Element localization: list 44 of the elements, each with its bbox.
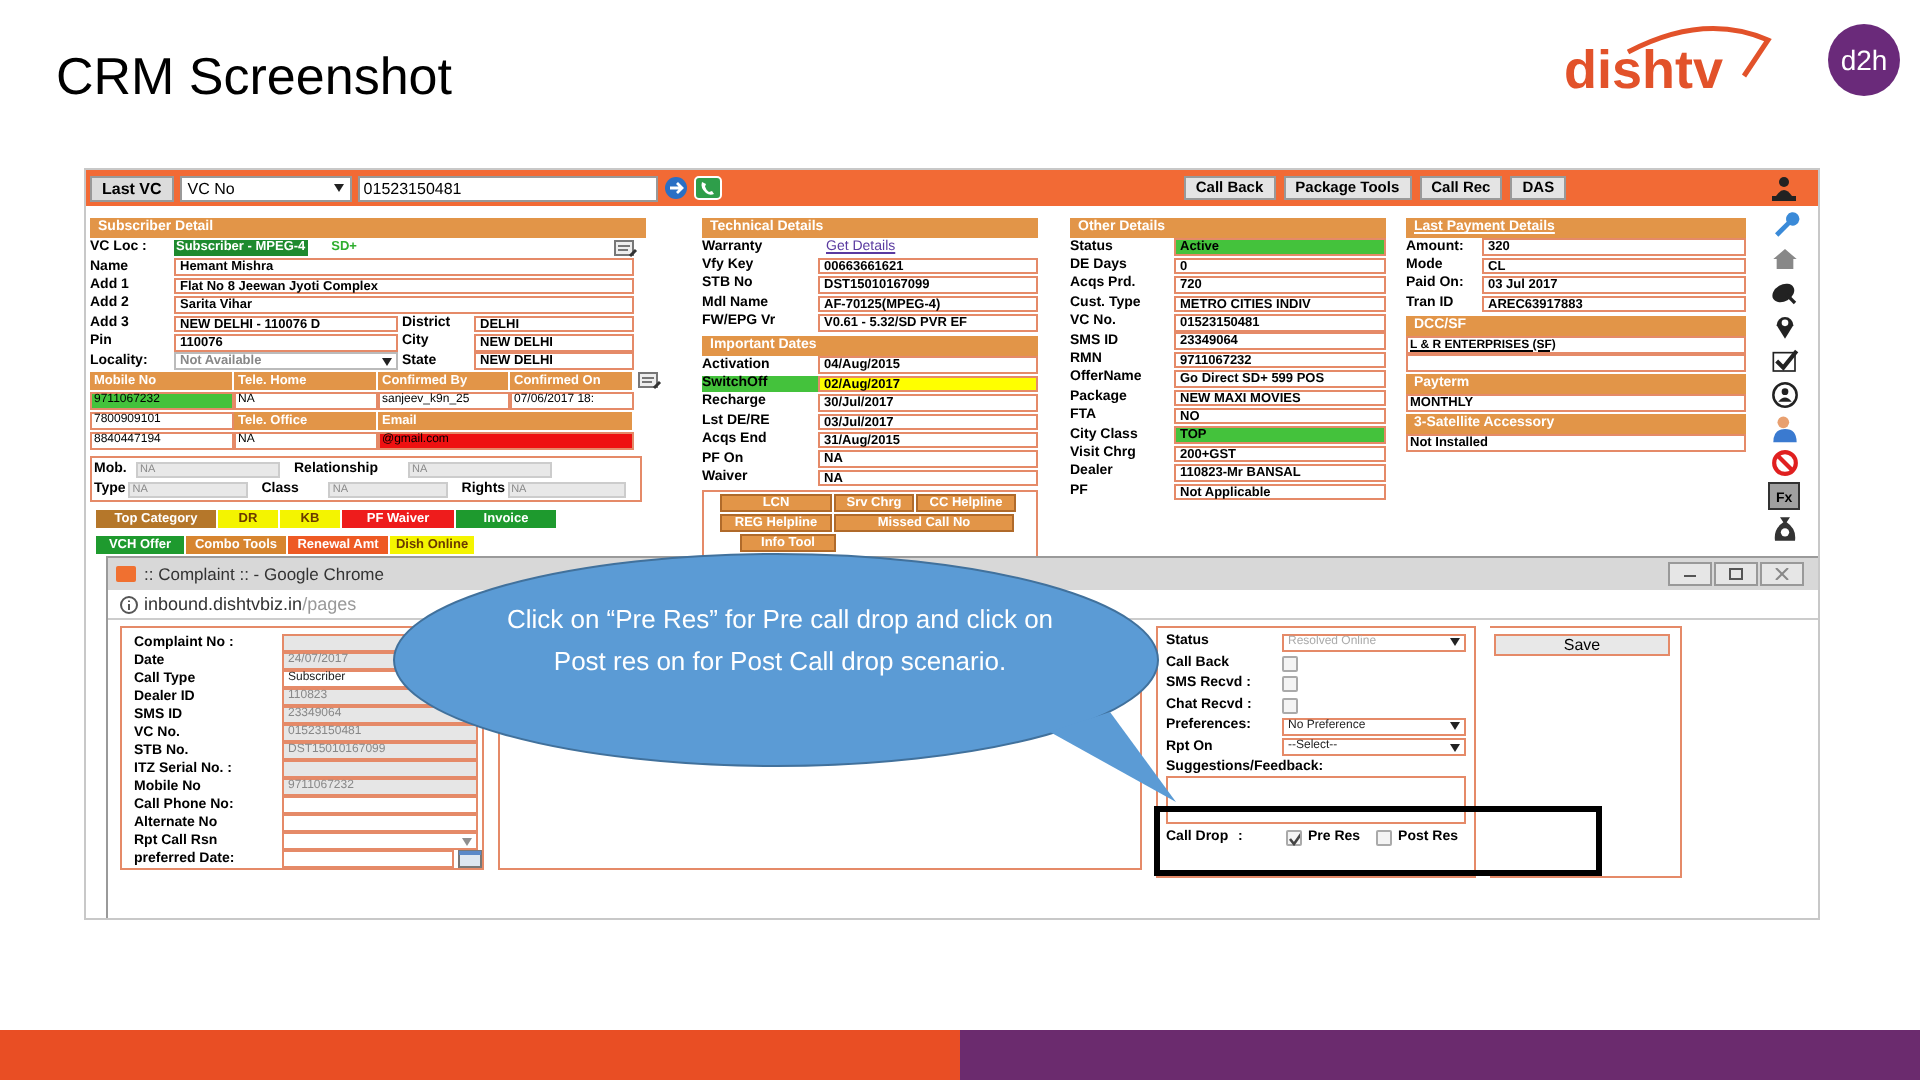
window-title: :: Complaint :: - Google Chrome [144,564,384,584]
user-icon[interactable] [1769,414,1800,444]
maximize-icon [1728,568,1744,580]
input-field[interactable] [282,814,478,832]
checkbox[interactable] [1376,830,1393,846]
money-bag-icon[interactable] [1769,514,1800,544]
go-icon[interactable] [663,176,688,200]
last-vc-button[interactable]: Last VC [90,175,174,201]
minimize-button[interactable] [1668,562,1712,586]
close-icon [1774,568,1790,580]
checkbox[interactable] [1285,830,1302,846]
checkbox[interactable] [1282,697,1298,714]
checkbox[interactable] [1282,655,1298,672]
slide-title: CRM Screenshot [54,44,452,108]
caret-icon [333,184,344,192]
maximize-button[interactable] [1714,562,1758,586]
caret-icon [1450,743,1460,752]
dishtv-logo: dishtv [1564,24,1784,108]
date-field[interactable] [282,850,454,868]
people-icon[interactable] [1770,175,1799,201]
vc-number-field[interactable]: 01523150481 [357,175,658,201]
save-button[interactable]: Save [1494,634,1670,656]
wrench-icon[interactable] [1769,210,1800,240]
callout-text: Click on “Pre Res” for Pre call drop and click on Post res on for Post Call drop scenario. [504,602,1056,680]
prohibited-icon[interactable] [1769,448,1800,478]
input-field[interactable] [282,796,478,814]
caret-icon [462,837,472,845]
url-text: inbound.dishtvbiz.in/pages [144,593,357,615]
edit-icon[interactable] [614,239,638,257]
favicon-icon [116,566,136,582]
calendar-icon[interactable] [458,850,482,868]
caret-icon [1450,722,1460,731]
checkbox[interactable] [1282,676,1298,693]
edit-icon[interactable] [638,372,662,391]
contact-icon[interactable] [1769,380,1800,410]
vc-type-select[interactable]: VC No [179,175,352,201]
info-icon [120,595,138,613]
caret-icon [382,357,392,366]
dropdown[interactable] [282,832,478,850]
caret-icon [1450,638,1460,647]
d2h-logo: d2h [1828,24,1900,96]
phone-icon[interactable] [693,176,722,200]
close-button[interactable] [1760,562,1804,586]
checkmark-icon[interactable] [1769,346,1800,376]
